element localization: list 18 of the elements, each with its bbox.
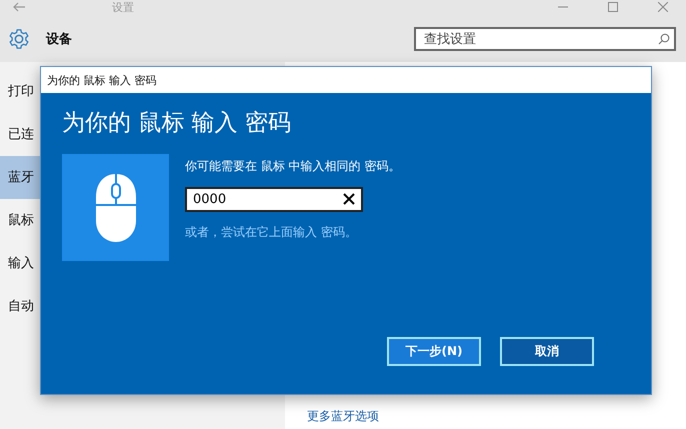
pin-field[interactable]: 0000 [185, 187, 363, 212]
instruction-text: 你可能需要在 鼠标 中输入相同的 密码。 [185, 158, 400, 175]
page-title: 设备 [46, 31, 72, 48]
next-button[interactable]: 下一步(N) [387, 337, 481, 366]
clear-icon[interactable] [343, 193, 355, 205]
cancel-button[interactable]: 取消 [500, 337, 594, 366]
back-arrow-icon[interactable] [12, 2, 26, 12]
hint-text: 或者，尝试在它上面输入 密码。 [185, 224, 358, 241]
search-field[interactable]: 查找设置 [414, 27, 676, 51]
window-title: 设置 [112, 0, 134, 14]
mouse-icon [94, 172, 136, 242]
more-options-link[interactable]: 更多蓝牙选项 [307, 408, 686, 425]
search-icon [658, 33, 670, 45]
dialog-title: 为你的 鼠标 输入 密码 [47, 72, 156, 88]
close-icon[interactable] [658, 2, 668, 12]
gear-icon [8, 28, 30, 50]
maximize-icon[interactable] [608, 2, 618, 12]
dialog-heading: 为你的 鼠标 输入 密码 [62, 109, 292, 138]
